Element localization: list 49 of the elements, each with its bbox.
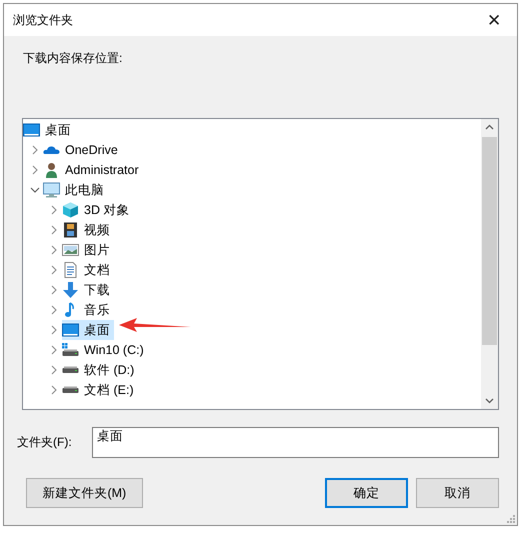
- prompt-text: 下载内容保存位置:: [23, 50, 124, 67]
- tree-item[interactable]: 下载: [62, 280, 114, 300]
- expand-chevron-icon[interactable]: [49, 385, 59, 395]
- monitor-icon: [62, 322, 79, 338]
- dialog-button[interactable]: 确定: [324, 478, 408, 508]
- tree-item[interactable]: 文档 (E:): [62, 380, 138, 400]
- expand-chevron-icon[interactable]: [49, 245, 59, 255]
- tree-item[interactable]: 图片: [62, 240, 114, 260]
- expand-chevron-icon[interactable]: [49, 365, 59, 375]
- expand-chevron-icon[interactable]: [49, 325, 59, 335]
- expand-chevron-icon[interactable]: [49, 205, 59, 215]
- expand-chevron-icon[interactable]: [49, 285, 59, 295]
- tree-item[interactable]: Administrator: [43, 160, 143, 180]
- tree-item[interactable]: 软件 (D:): [62, 360, 138, 380]
- folder-label: 文件夹(F):: [17, 434, 73, 451]
- system-drive-icon: [62, 342, 79, 358]
- dialog-button[interactable]: 取消: [416, 478, 499, 508]
- collapse-chevron-icon[interactable]: [30, 185, 40, 195]
- tree-item[interactable]: Win10 (C:): [62, 340, 148, 360]
- expand-chevron-icon[interactable]: [49, 225, 59, 235]
- expand-chevron-icon[interactable]: [49, 305, 59, 315]
- tree-item[interactable]: 文档: [62, 260, 114, 280]
- tree-item[interactable]: 桌面: [23, 120, 75, 140]
- expand-chevron-icon[interactable]: [49, 265, 59, 275]
- tree-item[interactable]: 3D 对象: [62, 200, 134, 220]
- tree-item[interactable]: 桌面: [62, 320, 114, 340]
- close-button[interactable]: ✕: [471, 4, 517, 36]
- expand-chevron-icon[interactable]: [30, 145, 40, 155]
- film-icon: [62, 222, 79, 238]
- resize-grip-icon[interactable]: [507, 515, 515, 523]
- image-icon: [62, 242, 79, 258]
- window-title: 浏览文件夹: [13, 12, 73, 28]
- tree-item[interactable]: OneDrive: [43, 140, 122, 160]
- expand-chevron-icon[interactable]: [49, 345, 59, 355]
- document-icon: [62, 262, 79, 278]
- drive-icon: [62, 386, 79, 394]
- scroll-thumb[interactable]: [482, 137, 497, 345]
- folder-field[interactable]: 桌面: [92, 427, 499, 458]
- tree-item[interactable]: 音乐: [62, 300, 114, 320]
- tree-item[interactable]: 视频: [62, 220, 114, 240]
- new-folder-button[interactable]: 新建文件夹(M): [26, 478, 143, 508]
- expand-chevron-icon[interactable]: [30, 165, 40, 175]
- user-icon: [43, 162, 60, 178]
- drive-icon: [62, 366, 79, 374]
- download-arrow-icon: [62, 282, 79, 298]
- scrollbar[interactable]: [481, 119, 498, 409]
- tree-item[interactable]: 此电脑: [43, 180, 108, 200]
- cube-icon: [62, 202, 79, 218]
- computer-icon: [43, 182, 60, 198]
